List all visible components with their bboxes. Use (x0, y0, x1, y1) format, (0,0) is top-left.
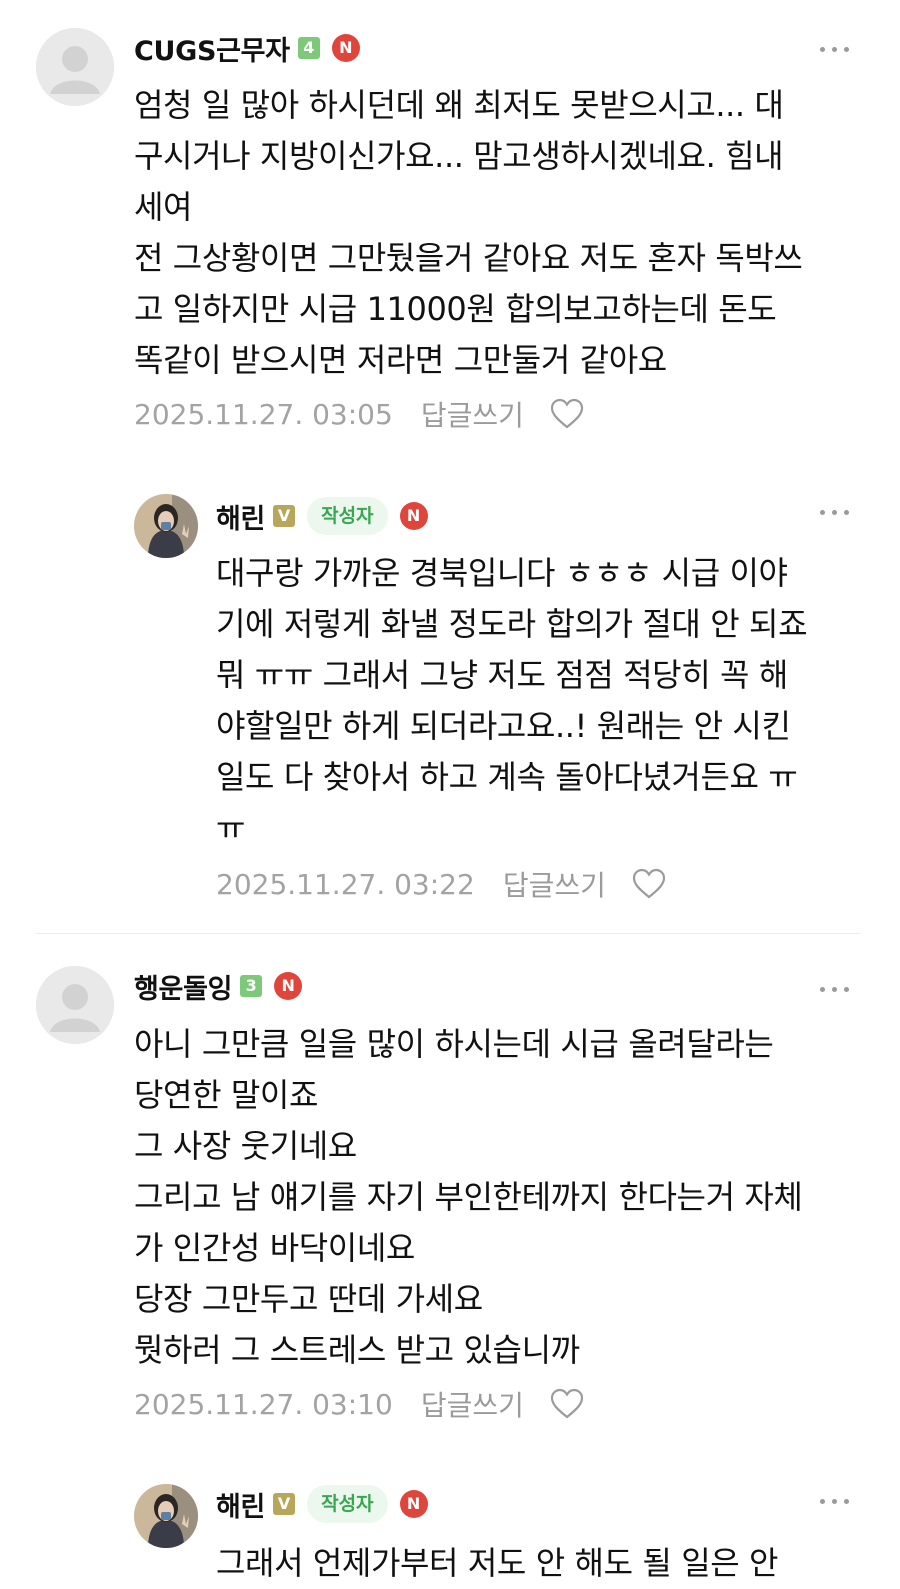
comment-meta: 2025.11.27. 03:22 답글쓰기 (216, 864, 666, 904)
comment-line: ㅠ (216, 809, 246, 847)
comment-line: 뭣하러 그 스트레스 받고 있습니까 (134, 1331, 580, 1369)
comment-header: 행운돌잉 3 N (134, 966, 303, 1006)
level-badge: 4 (297, 37, 320, 59)
comment-line: 기에 저렇게 화낼 정도라 합의가 절대 안 되죠 (216, 605, 808, 643)
comment-header: 해린 V 작성자 N (216, 496, 428, 536)
level-badge: V (273, 1493, 296, 1515)
level-badge: V (273, 505, 296, 527)
comment-line: 대구랑 가까운 경북입니다 ㅎㅎㅎ 시급 이야 (216, 554, 788, 592)
reply-button[interactable]: 답글쓰기 (421, 394, 524, 434)
profile-photo-icon[interactable] (134, 1484, 198, 1548)
comment-line: 똑같이 받으시면 저라면 그만둘거 같아요 (134, 341, 667, 379)
timestamp: 2025.11.27. 03:22 (216, 867, 475, 901)
author-badge: 작성자 (307, 497, 388, 535)
more-options-icon[interactable] (820, 984, 852, 994)
comment-line: 세여 (134, 188, 193, 226)
author-badge: 작성자 (307, 1485, 388, 1523)
comment-line: 야할일만 하게 되더라고요..! 원래는 안 시킨 (216, 707, 791, 745)
new-badge: N (399, 1490, 428, 1518)
comment-body: 아니 그만큼 일을 많이 하시는데 시급 올려달라는 당연한 말이죠 그 사장 … (134, 1019, 803, 1376)
comment-line: 구시거나 지방이신가요... 맘고생하시겠네요. 힘내 (134, 137, 784, 175)
reply-button[interactable]: 답글쓰기 (503, 864, 606, 904)
more-options-icon[interactable] (820, 1496, 852, 1506)
nickname[interactable]: 행운돌잉 (134, 967, 232, 1006)
default-avatar-icon[interactable] (36, 28, 114, 106)
new-badge: N (331, 34, 360, 62)
level-badge: 3 (240, 975, 263, 997)
comment-line: 가 인간성 바닥이네요 (134, 1229, 415, 1267)
comment-body: 대구랑 가까운 경북입니다 ㅎㅎㅎ 시급 이야 기에 저렇게 화낼 정도라 합의… (216, 548, 808, 854)
profile-photo-icon[interactable] (134, 494, 198, 558)
comment-line: 당장 그만두고 딴데 가세요 (134, 1280, 483, 1318)
more-options-icon[interactable] (820, 507, 852, 517)
comment-line: 아니 그만큼 일을 많이 하시는데 시급 올려달라는 (134, 1025, 774, 1063)
more-options-icon[interactable] (820, 44, 852, 54)
comment-line: 뭐 ㅠㅠ 그래서 그냥 저도 점점 적당히 꼭 해 (216, 656, 788, 694)
comment-header: 해린 V 작성자 N (216, 1484, 428, 1524)
divider (36, 933, 860, 934)
nickname[interactable]: CUGS근무자 (134, 29, 290, 68)
comment-meta: 2025.11.27. 03:10 답글쓰기 (134, 1384, 584, 1424)
comment-line: 전 그상황이면 그만뒀을거 같아요 저도 혼자 독박쓰 (134, 239, 803, 277)
comment-line: 당연한 말이죠 (134, 1076, 319, 1114)
timestamp: 2025.11.27. 03:05 (134, 397, 393, 431)
timestamp: 2025.11.27. 03:10 (134, 1387, 393, 1421)
heart-icon[interactable] (550, 1388, 584, 1420)
reply-button[interactable]: 답글쓰기 (421, 1384, 524, 1424)
comment-line: 그래서 언제가부터 저도 안 해도 될 일은 안 (216, 1544, 779, 1582)
comment-header: CUGS근무자 4 N (134, 28, 360, 68)
new-badge: N (274, 972, 303, 1000)
heart-icon[interactable] (632, 868, 666, 900)
nickname[interactable]: 해린 (216, 1485, 265, 1524)
comment-body: 그래서 언제가부터 저도 안 해도 될 일은 안 (216, 1538, 778, 1589)
default-avatar-icon[interactable] (36, 966, 114, 1044)
heart-icon[interactable] (550, 398, 584, 430)
comment-line: 엄청 일 많아 하시던데 왜 최저도 못받으시고... 대 (134, 86, 784, 124)
comment-line: 그 사장 웃기네요 (134, 1127, 357, 1165)
nickname[interactable]: 해린 (216, 497, 265, 536)
comment-body: 엄청 일 많아 하시던데 왜 최저도 못받으시고... 대 구시거나 지방이신가… (134, 80, 803, 386)
comment-line: 고 일하지만 시급 11000원 합의보고하는데 돈도 (134, 290, 777, 328)
comment-line: 일도 다 찾아서 하고 계속 돌아다녔거든요 ㅠ (216, 758, 798, 796)
new-badge: N (399, 502, 428, 530)
comment-line: 그리고 남 얘기를 자기 부인한테까지 한다는거 자체 (134, 1178, 803, 1216)
comment-meta: 2025.11.27. 03:05 답글쓰기 (134, 394, 584, 434)
